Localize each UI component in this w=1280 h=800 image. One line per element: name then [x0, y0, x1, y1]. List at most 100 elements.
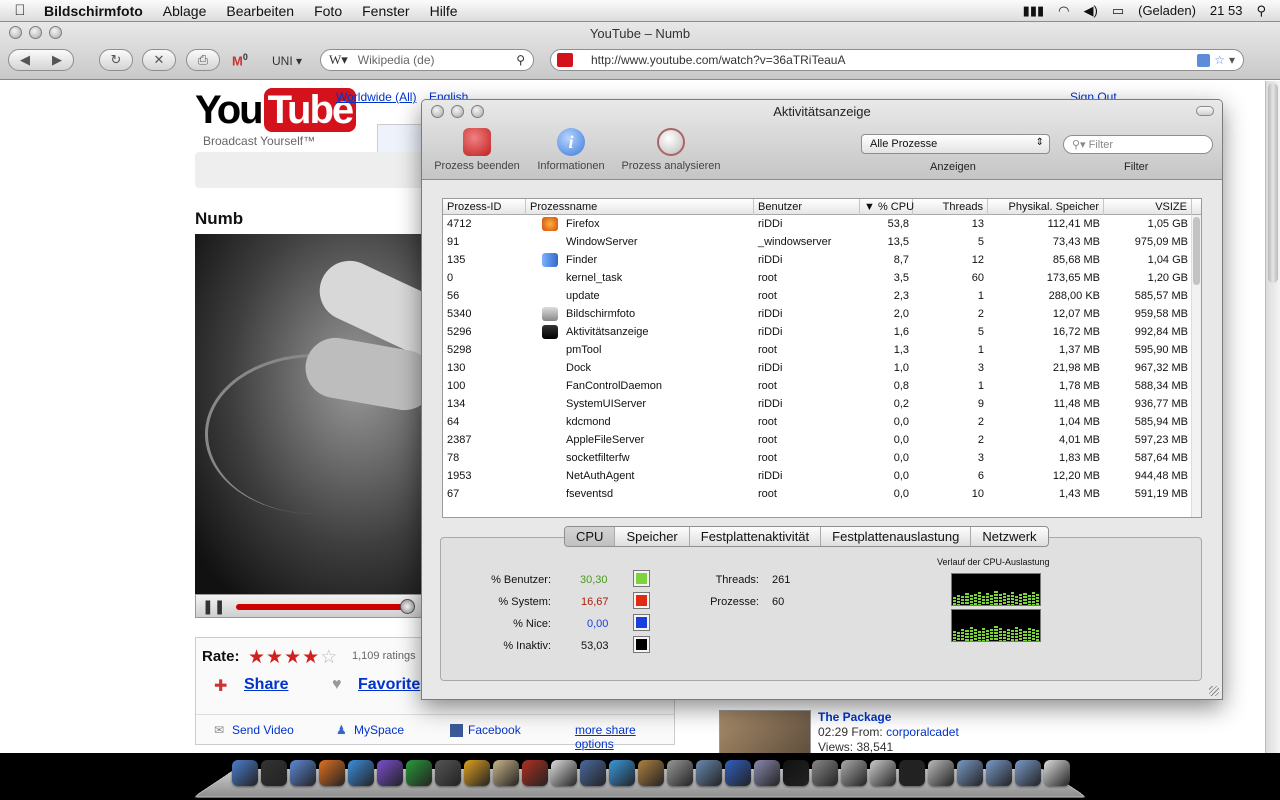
- tv-icon[interactable]: [464, 760, 490, 786]
- firefox-icon[interactable]: [319, 760, 345, 786]
- col-header-threads[interactable]: Threads: [913, 199, 988, 215]
- cpu-nice-color-swatch[interactable]: [633, 614, 650, 631]
- back-arrow-icon[interactable]: ◀: [20, 52, 30, 68]
- filter-search-field[interactable]: ⚲▾ Filter: [1063, 135, 1213, 154]
- globe-icon[interactable]: [725, 760, 751, 786]
- menu-app-name[interactable]: Bildschirmfoto: [40, 3, 153, 19]
- itunes-icon[interactable]: [377, 760, 403, 786]
- battery-icon[interactable]: ▭: [1112, 3, 1124, 19]
- resize-grip[interactable]: [1209, 686, 1219, 696]
- bookmark-star-icon[interactable]: ☆: [1214, 53, 1225, 67]
- spotlight-icon[interactable]: ⚲: [1256, 3, 1266, 19]
- mail-icon[interactable]: [493, 760, 519, 786]
- photo-icon[interactable]: [580, 760, 606, 786]
- url-dropdown-icon[interactable]: ▾: [1229, 53, 1235, 67]
- app-icon[interactable]: [435, 760, 461, 786]
- star-icon[interactable]: ★: [284, 647, 302, 668]
- menu-item-fenster[interactable]: Fenster: [352, 3, 419, 19]
- x11-icon[interactable]: [870, 760, 896, 786]
- process-row[interactable]: 67 fseventsd root 0,0 10 1,43 MB 591,19 MB: [443, 485, 1201, 503]
- star-empty-icon[interactable]: ☆: [320, 647, 338, 668]
- video-scrubber-handle[interactable]: [400, 599, 415, 614]
- worldwide-link[interactable]: Worldwide (All): [336, 90, 416, 104]
- script-icon[interactable]: [754, 760, 780, 786]
- youtube-logo[interactable]: You Tube: [195, 88, 357, 132]
- process-table-scroll-thumb[interactable]: [1193, 217, 1200, 285]
- menubar-clock[interactable]: 21 53: [1210, 3, 1243, 18]
- forward-arrow-icon[interactable]: ▶: [52, 52, 62, 68]
- folder-icon[interactable]: [957, 760, 983, 786]
- star-rating[interactable]: ★★★★☆: [248, 646, 338, 669]
- envelope-icon[interactable]: ✉: [214, 723, 224, 737]
- process-row[interactable]: 78 socketfilterfw root 0,0 3 1,83 MB 587,64 MB: [443, 449, 1201, 467]
- volume-icon[interactable]: ◀): [1083, 3, 1097, 19]
- folder-icon[interactable]: [986, 760, 1012, 786]
- settings-icon[interactable]: [667, 760, 693, 786]
- process-row[interactable]: 5296 Aktivitätsanzeige riDDi 1,6 5 16,72 MB 99…: [443, 323, 1201, 341]
- facebook-link[interactable]: Facebook: [468, 723, 521, 737]
- related-video-thumbnail[interactable]: [719, 710, 811, 753]
- process-row[interactable]: 130 Dock riDDi 1,0 3 21,98 MB 967,32 MB: [443, 359, 1201, 377]
- page-scrollbar-thumb[interactable]: [1268, 83, 1278, 283]
- battery-status[interactable]: (Geladen): [1138, 3, 1196, 18]
- search-field[interactable]: W▾ Wikipedia (de) ⚲: [320, 49, 534, 71]
- process-table-scrollbar[interactable]: [1191, 215, 1201, 517]
- info-button[interactable]: i Informationen: [531, 128, 611, 172]
- facebook-icon[interactable]: [450, 724, 463, 737]
- col-header-user[interactable]: Benutzer: [754, 199, 860, 215]
- video-player[interactable]: [195, 234, 481, 594]
- send-video-link[interactable]: Send Video: [232, 723, 294, 737]
- toolbar-toggle-button[interactable]: [1196, 106, 1214, 116]
- tab-cpu[interactable]: CPU: [565, 527, 616, 546]
- process-row[interactable]: 5298 pmTool root 1,3 1 1,37 MB 595,90 MB: [443, 341, 1201, 359]
- apple-menu-icon[interactable]: : [0, 2, 40, 19]
- cpu-idle-color-swatch[interactable]: [633, 636, 650, 653]
- utility-icon[interactable]: [841, 760, 867, 786]
- youtube-nav-tab[interactable]: [377, 124, 427, 152]
- menu-item-bearbeiten[interactable]: Bearbeiten: [216, 3, 304, 19]
- myspace-link[interactable]: MySpace: [354, 723, 404, 737]
- related-video-author[interactable]: corporalcadet: [886, 725, 959, 739]
- page-scrollbar[interactable]: [1265, 81, 1280, 753]
- more-share-link[interactable]: more share options: [575, 723, 674, 751]
- star-icon[interactable]: ★: [302, 647, 320, 668]
- process-row[interactable]: 64 kdcmond root 0,0 2 1,04 MB 585,94 MB: [443, 413, 1201, 431]
- process-row[interactable]: 135 Finder riDDi 8,7 12 85,68 MB 1,04 GB: [443, 251, 1201, 269]
- myspace-icon[interactable]: ♟: [336, 723, 347, 737]
- process-row[interactable]: 1953 NetAuthAgent riDDi 0,0 6 12,20 MB 944,48 …: [443, 467, 1201, 485]
- app-icon[interactable]: [406, 760, 432, 786]
- process-row[interactable]: 100 FanControlDaemon root 0,8 1 1,78 MB 588,34…: [443, 377, 1201, 395]
- print-button[interactable]: ⎙: [186, 49, 220, 71]
- menu-item-ablage[interactable]: Ablage: [153, 3, 217, 19]
- wikipedia-icon[interactable]: W▾: [329, 52, 348, 68]
- safari-icon[interactable]: [348, 760, 374, 786]
- share-link[interactable]: Share: [244, 676, 288, 694]
- activity-icon[interactable]: [899, 760, 925, 786]
- col-header-vsize[interactable]: VSIZE: [1104, 199, 1192, 215]
- favorite-link[interactable]: Favorite: [358, 676, 420, 694]
- heart-icon[interactable]: ♥: [332, 676, 342, 694]
- col-header-memory[interactable]: Physikal. Speicher: [988, 199, 1104, 215]
- book-icon[interactable]: [522, 760, 548, 786]
- wifi-icon[interactable]: ◠: [1058, 3, 1069, 19]
- stop-button[interactable]: ✕: [142, 49, 176, 71]
- tools-icon[interactable]: [812, 760, 838, 786]
- calendar-icon[interactable]: [551, 760, 577, 786]
- process-filter-select[interactable]: Alle Prozesse ⇕: [861, 134, 1050, 154]
- menu-item-foto[interactable]: Foto: [304, 3, 352, 19]
- cpu-user-color-swatch[interactable]: [633, 570, 650, 587]
- tab-memory[interactable]: Speicher: [615, 527, 690, 546]
- preview-icon[interactable]: [290, 760, 316, 786]
- dashboard-icon[interactable]: [261, 760, 287, 786]
- battery-meter-icon[interactable]: ▮▮▮: [1023, 3, 1044, 19]
- col-header-cpu[interactable]: ▼ % CPU: [860, 199, 914, 215]
- col-header-pid[interactable]: Prozess-ID: [443, 199, 526, 215]
- menu-item-hilfe[interactable]: Hilfe: [420, 3, 468, 19]
- related-video[interactable]: The Package 02:29 From: corporalcadet Vi…: [713, 706, 1053, 753]
- analyze-process-button[interactable]: Prozess analysieren: [618, 128, 724, 172]
- pause-icon[interactable]: ❚❚: [202, 598, 225, 615]
- rss-icon[interactable]: [1197, 53, 1211, 67]
- network-icon[interactable]: [696, 760, 722, 786]
- star-icon[interactable]: ★: [266, 647, 284, 668]
- tab-disk-activity[interactable]: Festplattenaktivität: [690, 527, 822, 546]
